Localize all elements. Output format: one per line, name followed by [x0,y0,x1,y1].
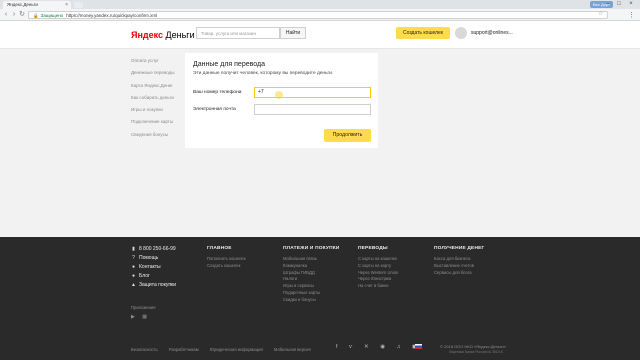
browser-tab[interactable]: Яндекс.Деньги × [3,1,71,9]
sidebar-item-bonuses[interactable]: Сведения бонусы [131,132,186,144]
contacts-icon: ● [131,264,136,270]
footer-link[interactable]: Пополнить кошелек [207,256,246,263]
secure-label: Защищено [40,13,64,18]
footer-protection[interactable]: ▲ Защита покупки [131,282,176,291]
mouse-cursor-highlight [275,91,283,99]
contacts-label: Контакты [139,264,161,270]
footer-link[interactable]: На счет в банке [358,283,398,290]
browser-tab-bar: Яндекс.Деньги × Вес Дорт – □ × [0,0,640,9]
page-title: Данные для перевода [193,61,265,68]
language-flag-icon[interactable] [415,344,422,349]
back-icon[interactable]: ‹ [2,11,10,19]
footer: ▮ 8 800 250-66-99 ? Помощь ● Контакты ● Блог… [0,237,640,360]
footer-link[interactable]: Скидки и бонусы [283,297,340,304]
footer-link[interactable]: Создать кошелек [207,263,246,270]
phone-field[interactable]: +7 [254,87,371,98]
reload-icon[interactable]: ↻ [18,11,26,19]
phone-label: Ваш номер телефона [193,90,242,95]
sidebar: Оплата услуг Денежные переводы Карта Янд… [131,58,186,144]
tab-title: Яндекс.Деньги [7,2,38,7]
shield-icon: ▲ [131,282,136,288]
blog-label: Блог [139,273,150,279]
footer-link[interactable]: Подарочные карты [283,290,340,297]
sidebar-item-games[interactable]: Игры и покупки [131,107,186,119]
apps-label: Приложения [131,305,156,310]
footer-bottom-link[interactable]: Мобильная версия [274,347,311,352]
continue-button[interactable]: Продолжить [324,129,371,142]
new-tab-button[interactable] [74,2,83,8]
blog-icon: ● [131,273,136,279]
help-label: Помощь [139,255,159,261]
window-close-icon[interactable]: × [626,0,636,9]
browser-menu-icon[interactable]: ⋮ [628,11,635,19]
forward-icon[interactable]: › [10,11,18,19]
logo-brand: Яндекс [131,30,164,40]
logo-product: Деньги [165,30,195,40]
search-input[interactable]: Товар, услуга или магазин [196,27,280,39]
minimize-icon[interactable]: – [603,0,613,9]
footer-link[interactable]: Мобильная связь [283,256,340,263]
footer-link[interactable]: Касса для бизнеса [434,256,484,263]
footer-link[interactable]: Сервисы для блога [434,270,484,277]
footer-link[interactable]: Коммуналка [283,263,340,270]
user-email[interactable]: support@onlines... [471,30,513,36]
footer-col-transfers: ПЕРЕВОДЫ С карты на кошелек С карты на к… [358,246,398,290]
footer-col-title: ПЕРЕВОДЫ [358,246,388,251]
footer-contacts: ▮ 8 800 250-66-99 ? Помощь ● Контакты ● Блог… [131,246,176,291]
sidebar-item-card[interactable]: Карта Яндекс.Денег [131,83,186,95]
help-icon: ? [132,255,135,261]
footer-bottom-link[interactable]: Юридическая информация [210,347,263,352]
footer-link[interactable]: Налоги [283,276,340,283]
email-label: Электронная почта [193,107,236,112]
sidebar-item-collect[interactable]: Как собирать деньги [131,95,186,107]
footer-col-title: ГЛАВНОЕ [207,246,232,251]
maximize-icon[interactable]: □ [614,0,624,9]
license: Лицензия Банка России № 3510-К [449,350,503,354]
footer-col-receiving: ПОЛУЧЕНИЕ ДЕНЕГ Касса для бизнеса Выстав… [434,246,484,276]
footer-link[interactable]: Через Western Union [358,270,398,277]
sidebar-item-services[interactable]: Оплата услуг [131,58,186,70]
email-field[interactable] [254,104,371,115]
footer-bottom-link[interactable]: Безопасность [131,347,158,352]
avatar[interactable] [455,27,467,39]
sidebar-item-link-card[interactable]: Подключение карты [131,119,186,131]
footer-blog[interactable]: ● Блог [131,273,176,282]
footer-link[interactable]: Штрафы ГИБДД [283,270,340,277]
phone-icon: ▮ [132,246,135,252]
yandex-money-logo[interactable]: Яндекс Деньги [131,30,195,40]
url-input[interactable]: 🔒 Защищено https://money.yandex.ru/quickpa… [28,11,608,19]
footer-help[interactable]: ? Помощь [131,255,176,264]
social-icons[interactable]: f ѵ ✕ ◉ ♫ ◼ [336,344,422,350]
footer-link[interactable]: Через Юнистрим [358,276,398,283]
tab-close-icon[interactable]: × [65,1,68,9]
site-header: Яндекс Деньги Товар, услуга или магазин … [0,21,640,49]
url-text: https://money.yandex.ru/quickpay/confirm… [66,13,158,18]
footer-contacts-link[interactable]: ● Контакты [131,264,176,273]
transfer-form-card: Данные для перевода Эти данные получит ч… [185,53,378,148]
app-store-icons[interactable]: ▶ ▦ [131,314,150,320]
footer-col-title: ПЛАТЕЖИ И ПОКУПКИ [283,246,340,251]
footer-bottom-link[interactable]: Разработчикам [169,347,199,352]
phone-number: 8 800 250-66-99 [139,246,176,252]
bookmark-star-icon[interactable]: ☆ [598,10,603,17]
protection-label: Защита покупки [139,282,177,288]
footer-col-payments: ПЛАТЕЖИ И ПОКУПКИ Мобильная связь Коммун… [283,246,340,304]
form-subtitle: Эти данные получит человек, которому вы … [193,71,334,76]
sidebar-item-transfers[interactable]: Денежные переводы [131,70,186,82]
footer-link[interactable]: Игры и сервисы [283,283,340,290]
lock-icon: 🔒 [33,13,39,18]
create-wallet-button[interactable]: Создать кошелек [396,27,450,39]
address-bar: ‹ › ↻ 🔒 Защищено https://money.yandex.ru/q… [0,9,640,21]
footer-link[interactable]: Выставление счетов [434,263,484,270]
footer-bottom-links: Безопасность Разработчикам Юридическая и… [131,347,321,352]
footer-col-main: ГЛАВНОЕ Пополнить кошелек Создать кошеле… [207,246,246,270]
footer-phone[interactable]: ▮ 8 800 250-66-99 [131,246,176,255]
search-button[interactable]: Найти [280,27,306,39]
footer-link[interactable]: С карты на карту [358,263,398,270]
footer-link[interactable]: С карты на кошелек [358,256,398,263]
copyright: © 2018 ООО НКО «Яндекс.Деньги» [440,344,506,349]
footer-col-title: ПОЛУЧЕНИЕ ДЕНЕГ [434,246,485,251]
